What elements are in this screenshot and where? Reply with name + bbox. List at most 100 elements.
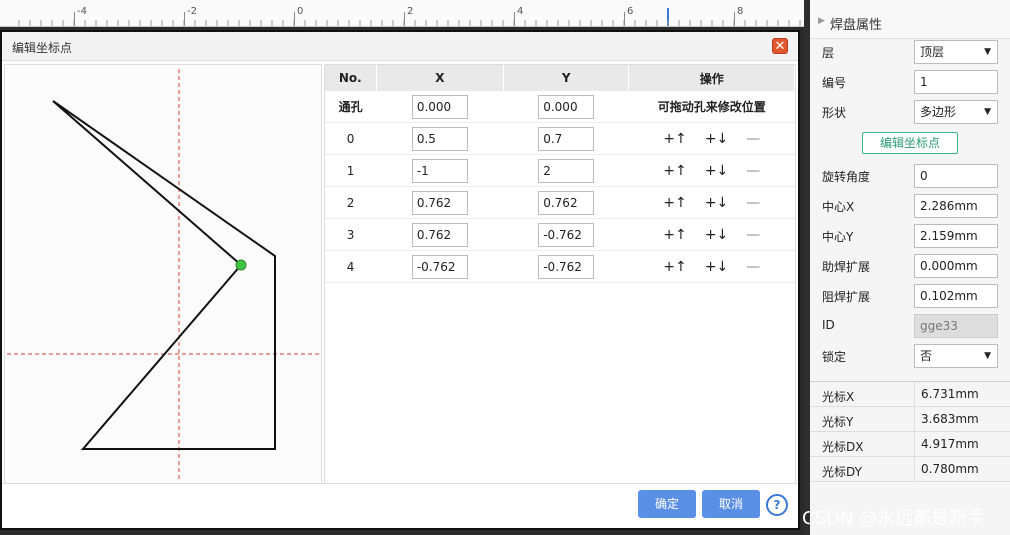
y-cell: 0.7	[503, 122, 629, 155]
mask-expansion-input[interactable]: 0.102mm	[914, 284, 998, 308]
delete-row-button[interactable]: —	[746, 259, 760, 275]
insert-below-button[interactable]: +↓	[705, 131, 728, 147]
prop-row-layer: 层 顶层	[810, 38, 1010, 68]
hole-x-input[interactable]: 0.000	[411, 94, 468, 119]
insert-above-button[interactable]: +↑	[663, 163, 686, 179]
x-input[interactable]: 0.762	[411, 222, 468, 247]
insert-below-button[interactable]: +↓	[705, 227, 728, 243]
x-input[interactable]: 0.5	[411, 126, 468, 151]
prop-row-mask: 阻焊扩展 0.102mm	[810, 282, 1010, 312]
prop-label: 锁定	[822, 350, 847, 364]
row-number: 3	[325, 218, 377, 251]
x-input[interactable]: 0.762	[411, 190, 468, 215]
y-input[interactable]: 0.762	[538, 190, 595, 215]
edit-coordinates-dialog: 编辑坐标点 ✕ No. X Y 操作 通孔 0.000 0.000 可拖动孔来修…	[0, 30, 800, 530]
insert-above-button[interactable]: +↑	[663, 227, 686, 243]
layer-select[interactable]: 顶层	[914, 40, 998, 64]
insert-above-button[interactable]: +↑	[663, 195, 686, 211]
prop-label: 助焊扩展	[822, 260, 871, 274]
row-number: 0	[325, 122, 377, 155]
table-header-row: No. X Y 操作	[325, 65, 795, 91]
column-header-y: Y	[503, 65, 630, 91]
ops-cell: +↑ +↓ —	[628, 218, 795, 251]
lock-select[interactable]: 否	[914, 344, 998, 368]
insert-below-button[interactable]: +↓	[705, 163, 728, 179]
prop-label: 层	[822, 46, 835, 60]
row-number: 1	[325, 154, 377, 187]
id-field: gge33	[914, 314, 998, 338]
prop-row-rotation: 旋转角度 0	[810, 162, 1010, 192]
ops-cell: +↑ +↓ —	[628, 154, 795, 187]
ok-button[interactable]: 确定	[638, 490, 696, 518]
polygon-preview	[7, 69, 319, 479]
prop-label: 编号	[822, 76, 847, 90]
hole-point[interactable]	[235, 259, 247, 271]
delete-row-button[interactable]: —	[746, 195, 760, 211]
prop-label: ID	[822, 318, 835, 332]
prop-label: 中心Y	[822, 230, 854, 244]
panel-header: ▶ 焊盘属性	[810, 0, 1010, 39]
polygon-preview-canvas[interactable]	[4, 64, 322, 484]
cursor-row: 光标DY 0.780mm	[810, 457, 1010, 482]
ruler-minor-ticks	[18, 20, 801, 26]
prop-row-shape: 形状 多边形	[810, 98, 1010, 128]
center-x-input[interactable]: 2.286mm	[914, 194, 998, 218]
coordinates-table-wrap: No. X Y 操作 通孔 0.000 0.000 可拖动孔来修改位置 0 0.…	[324, 64, 796, 484]
dialog-footer: 确定 取消 ?	[2, 483, 798, 528]
number-input[interactable]: 1	[914, 70, 998, 94]
polygon-outline	[52, 100, 276, 450]
column-header-no: No.	[325, 65, 377, 91]
cursor-label: 光标X	[822, 390, 855, 404]
y-input[interactable]: 0.7	[538, 126, 595, 151]
help-icon[interactable]: ?	[766, 494, 788, 516]
y-input[interactable]: 2	[538, 158, 595, 183]
paste-expansion-input[interactable]: 0.000mm	[914, 254, 998, 278]
prop-row-id: ID gge33	[810, 312, 1010, 342]
delete-row-button[interactable]: —	[746, 227, 760, 243]
y-input[interactable]: -0.762	[538, 254, 595, 279]
cancel-button[interactable]: 取消	[702, 490, 760, 518]
prop-label: 旋转角度	[822, 170, 871, 184]
cursor-row: 光标DX 4.917mm	[810, 432, 1010, 457]
cursor-row: 光标X 6.731mm	[810, 382, 1010, 407]
x-input[interactable]: -0.762	[411, 254, 468, 279]
rotation-input[interactable]: 0	[914, 164, 998, 188]
x-input[interactable]: -1	[411, 158, 468, 183]
close-icon[interactable]: ✕	[772, 38, 788, 54]
collapse-caret-icon[interactable]: ▶	[818, 16, 825, 26]
edit-coordinates-button[interactable]: 编辑坐标点	[862, 132, 958, 154]
insert-above-button[interactable]: +↑	[663, 259, 686, 275]
table-row: 4 -0.762 -0.762 +↑ +↓ —	[325, 250, 795, 283]
shape-select[interactable]: 多边形	[914, 100, 998, 124]
delete-row-button[interactable]: —	[746, 131, 760, 147]
ops-cell: +↑ +↓ —	[628, 122, 795, 155]
drag-hint: 可拖动孔来修改位置	[628, 91, 795, 123]
table-row: 1 -1 2 +↑ +↓ —	[325, 154, 795, 187]
table-row: 2 0.762 0.762 +↑ +↓ —	[325, 186, 795, 219]
dialog-header: 编辑坐标点 ✕	[2, 32, 798, 61]
x-cell: 0.762	[376, 218, 504, 251]
y-cell: 0.762	[503, 186, 629, 219]
y-cell: -0.762	[503, 250, 629, 283]
prop-row-number: 编号 1	[810, 68, 1010, 98]
x-cell: 0.000	[376, 91, 504, 123]
horizontal-ruler: -4 -2 0 2 4 6 8	[0, 0, 806, 27]
y-input[interactable]: -0.762	[538, 222, 595, 247]
insert-below-button[interactable]: +↓	[705, 259, 728, 275]
row-number: 4	[325, 250, 377, 283]
hole-y-input[interactable]: 0.000	[538, 94, 595, 119]
cursor-label: 光标Y	[822, 415, 854, 429]
cursor-info-table: 光标X 6.731mm 光标Y 3.683mm 光标DX 4.917mm 光标D…	[810, 381, 1010, 482]
prop-row-paste: 助焊扩展 0.000mm	[810, 252, 1010, 282]
table-row-hole: 通孔 0.000 0.000 可拖动孔来修改位置	[325, 91, 795, 123]
dialog-title: 编辑坐标点	[12, 41, 73, 55]
prop-row-lock: 锁定 否	[810, 342, 1010, 372]
cursor-value: 4.917mm	[914, 432, 979, 456]
insert-below-button[interactable]: +↓	[705, 195, 728, 211]
insert-above-button[interactable]: +↑	[663, 131, 686, 147]
ops-cell: +↑ +↓ —	[628, 250, 795, 283]
center-y-input[interactable]: 2.159mm	[914, 224, 998, 248]
row-label: 通孔	[325, 91, 377, 123]
watermark: CSDN @永远都是新手	[802, 508, 986, 529]
delete-row-button[interactable]: —	[746, 163, 760, 179]
